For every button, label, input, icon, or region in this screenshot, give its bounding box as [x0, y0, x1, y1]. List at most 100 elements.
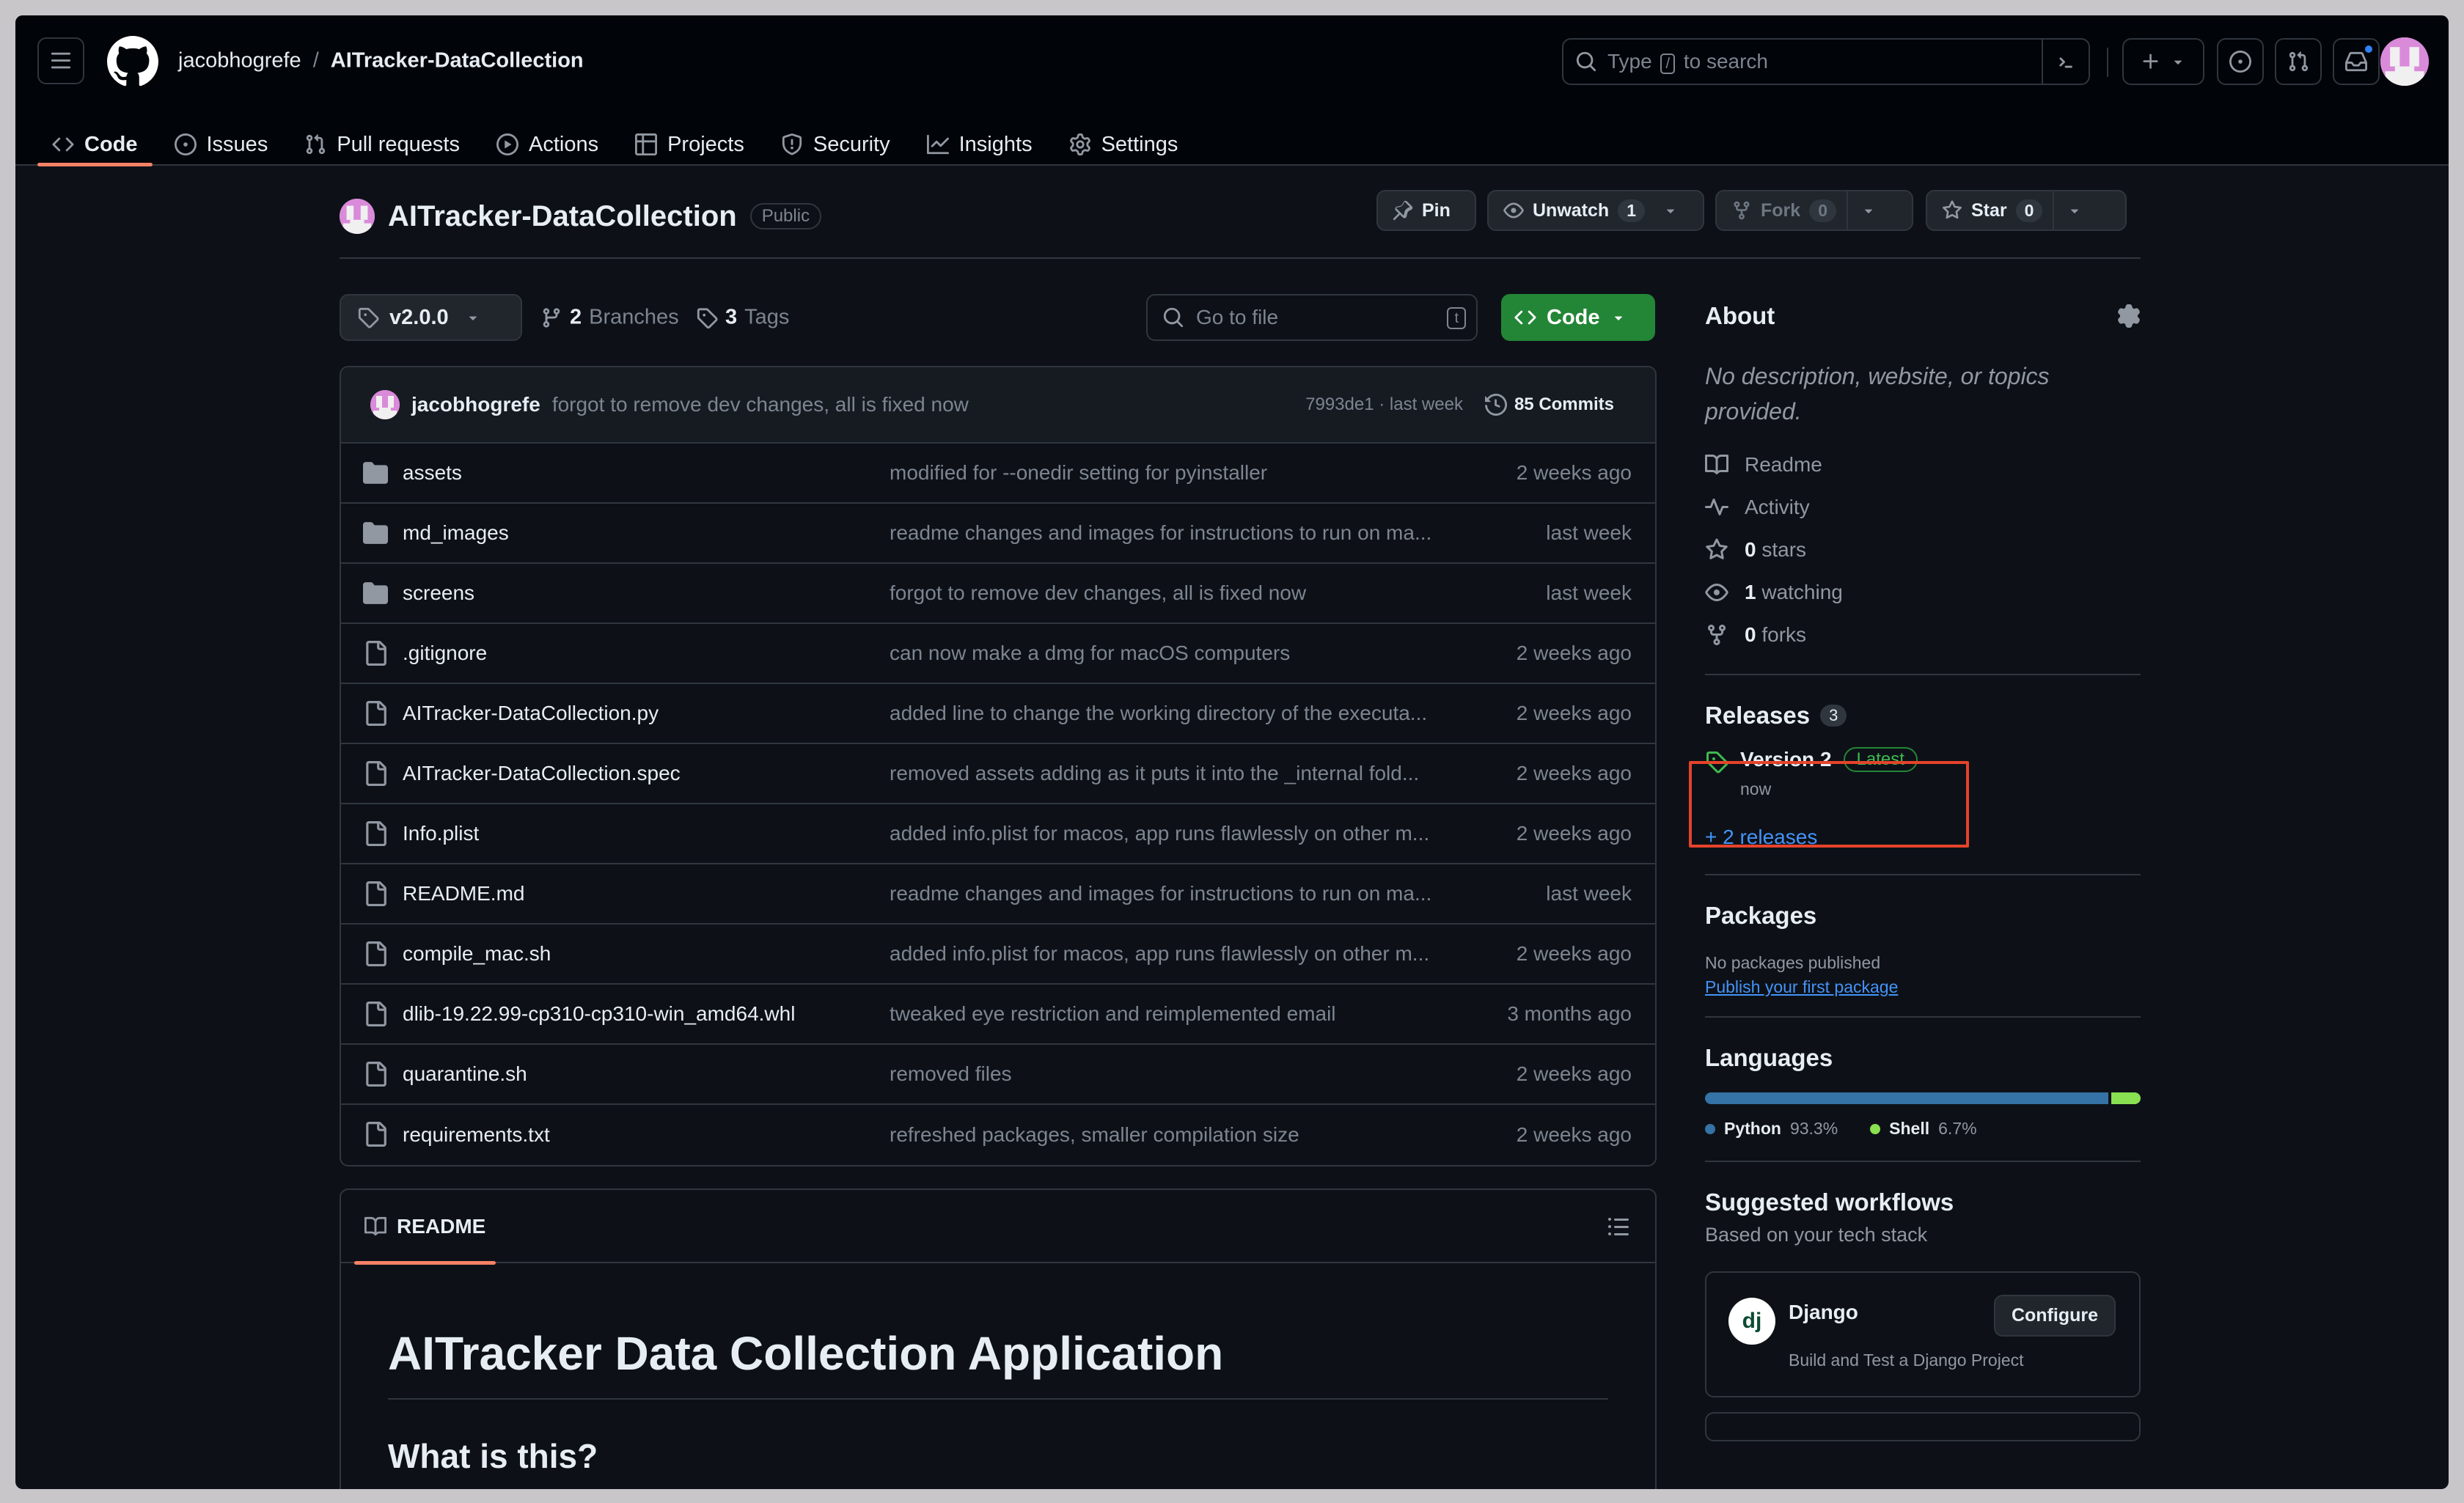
breadcrumb-owner-link[interactable]: jacobhogrefe — [178, 49, 301, 73]
watching-link[interactable]: 1 watching — [1705, 571, 2141, 614]
star-label: Star — [1971, 199, 2007, 221]
file-name-link[interactable]: README.md — [403, 882, 524, 905]
file-name-link[interactable]: screens — [403, 581, 474, 605]
file-commit-message[interactable]: forgot to remove dev changes, all is fix… — [890, 581, 1476, 605]
file-name-link[interactable]: AITracker-DataCollection.py — [403, 702, 659, 725]
issues-button[interactable] — [2217, 38, 2264, 85]
tab-settings[interactable]: Settings — [1055, 124, 1193, 165]
language-python[interactable]: Python 93.3% — [1705, 1119, 1838, 1139]
readme-tab[interactable]: README — [354, 1190, 496, 1265]
star-dropdown[interactable] — [2053, 191, 2095, 229]
tab-actions[interactable]: Actions — [482, 124, 613, 165]
file-commit-message[interactable]: added line to change the working directo… — [890, 702, 1476, 725]
readme-header: README — [341, 1190, 1655, 1265]
pin-button[interactable]: Pin — [1376, 190, 1476, 231]
file-name-link[interactable]: AITracker-DataCollection.spec — [403, 762, 681, 785]
table-row[interactable]: requirements.txt refreshed packages, smal… — [341, 1105, 1655, 1165]
publish-package-link[interactable]: Publish your first package — [1705, 977, 2141, 997]
user-avatar[interactable] — [2380, 37, 2429, 86]
file-icon — [366, 1122, 386, 1147]
branches-link[interactable]: 2 Branches — [540, 306, 679, 330]
breadcrumb-separator: / — [312, 48, 319, 73]
triangle-down-icon — [2071, 209, 2079, 213]
owner-avatar[interactable] — [340, 199, 375, 234]
pulse-icon — [1705, 499, 1728, 515]
unwatch-dropdown[interactable] — [1655, 191, 1686, 229]
file-name-link[interactable]: md_images — [403, 521, 509, 545]
fork-button[interactable]: Fork 0 — [1715, 190, 1913, 231]
commit-meta: 7993de1 · last week 85 Commits — [1305, 367, 1614, 442]
tab-issues[interactable]: Issues — [160, 124, 283, 165]
file-commit-message[interactable]: can now make a dmg for macOS computers — [890, 642, 1476, 665]
table-row[interactable]: screens forgot to remove dev changes, all… — [341, 564, 1655, 624]
file-commit-message[interactable]: modified for --onedir setting for pyinst… — [890, 461, 1476, 485]
table-row[interactable]: README.md readme changes and images for i… — [341, 864, 1655, 925]
commit-hash-time[interactable]: 7993de1 · last week — [1305, 394, 1463, 415]
menu-button[interactable] — [37, 37, 84, 84]
table-row[interactable]: compile_mac.sh added info.plist for macos… — [341, 925, 1655, 985]
file-name-link[interactable]: Info.plist — [403, 822, 479, 845]
file-commit-message[interactable]: added info.plist for macos, app runs fla… — [890, 942, 1476, 966]
stars-link[interactable]: 0 stars — [1705, 529, 2141, 571]
commit-message[interactable]: forgot to remove dev changes, all is fix… — [552, 393, 969, 416]
repo-name[interactable]: AITracker-DataCollection — [388, 200, 737, 233]
python-name: Python — [1724, 1119, 1781, 1138]
star-button[interactable]: Star 0 — [1926, 190, 2127, 231]
go-to-file-input[interactable]: Go to file t — [1146, 294, 1478, 341]
fork-dropdown[interactable] — [1846, 191, 1889, 229]
file-name-link[interactable]: .gitignore — [403, 642, 487, 665]
file-name-link[interactable]: requirements.txt — [403, 1123, 550, 1147]
branch-selector[interactable]: v2.0.0 — [340, 294, 522, 341]
table-row[interactable]: dlib-19.22.99-cp310-cp310-win_amd64.whl t… — [341, 985, 1655, 1045]
create-new-button[interactable] — [2122, 38, 2204, 85]
code-button[interactable]: Code — [1501, 294, 1655, 341]
file-commit-message[interactable]: readme changes and images for instructio… — [890, 882, 1476, 905]
file-commit-message[interactable]: removed files — [890, 1062, 1476, 1086]
tab-pull-requests[interactable]: Pull requests — [290, 124, 474, 165]
command-palette-button[interactable] — [2042, 40, 2089, 84]
table-row[interactable]: .gitignore can now make a dmg for macOS c… — [341, 624, 1655, 684]
table-row[interactable]: AITracker-DataCollection.py added line to… — [341, 684, 1655, 744]
breadcrumb-repo-link[interactable]: AITracker-DataCollection — [331, 49, 584, 73]
readme-link[interactable]: Readme — [1705, 444, 2141, 486]
forks-link[interactable]: 0 forks — [1705, 614, 2141, 656]
table-row[interactable]: md_images readme changes and images for i… — [341, 504, 1655, 564]
tab-projects[interactable]: Projects — [620, 124, 759, 165]
tab-settings-label: Settings — [1101, 132, 1178, 156]
releases-header[interactable]: Releases 3 — [1705, 702, 2141, 730]
commits-link[interactable]: 85 Commits — [1484, 394, 1614, 416]
file-name-link[interactable]: dlib-19.22.99-cp310-cp310-win_amd64.whl — [403, 1002, 795, 1026]
list-unordered-icon[interactable] — [1607, 1215, 1630, 1238]
workflow-name: Django — [1789, 1301, 1858, 1323]
file-commit-message[interactable]: removed assets adding as it puts it into… — [890, 762, 1476, 785]
file-name-link[interactable]: quarantine.sh — [403, 1062, 527, 1086]
gear-icon[interactable] — [2117, 304, 2141, 328]
file-name-link[interactable]: assets — [403, 461, 462, 485]
inbox-button[interactable] — [2333, 38, 2380, 85]
activity-link[interactable]: Activity — [1705, 486, 2141, 529]
pull-requests-button[interactable] — [2275, 38, 2322, 85]
github-logo-icon[interactable] — [107, 36, 158, 87]
file-commit-message[interactable]: added info.plist for macos, app runs fla… — [890, 822, 1476, 845]
code-button-label: Code — [1547, 305, 1600, 329]
file-commit-message[interactable]: refreshed packages, smaller compilation … — [890, 1123, 1476, 1147]
tags-link[interactable]: 3 Tags — [696, 306, 789, 330]
file-commit-message[interactable]: tweaked eye restriction and reimplemente… — [890, 1002, 1476, 1026]
tab-code[interactable]: Code — [37, 124, 153, 166]
table-row[interactable]: AITracker-DataCollection.spec removed ass… — [341, 744, 1655, 804]
search-input[interactable]: Type / to search — [1562, 38, 2090, 85]
packages-title[interactable]: Packages — [1705, 902, 2141, 930]
table-row[interactable]: Info.plist added info.plist for macos, ap… — [341, 804, 1655, 864]
notification-dot — [2364, 44, 2374, 54]
unwatch-button[interactable]: Unwatch 1 — [1487, 190, 1704, 231]
tab-security[interactable]: Security — [766, 124, 905, 165]
configure-button[interactable]: Configure — [1993, 1295, 2116, 1337]
table-row[interactable]: quarantine.sh removed files 2 weeks ago — [341, 1045, 1655, 1105]
language-shell[interactable]: Shell 6.7% — [1870, 1119, 1977, 1139]
file-commit-message[interactable]: readme changes and images for instructio… — [890, 521, 1476, 545]
commit-author[interactable]: jacobhogrefe — [411, 393, 540, 416]
commit-author-avatar[interactable] — [370, 390, 400, 419]
file-name-link[interactable]: compile_mac.sh — [403, 942, 551, 966]
table-row[interactable]: assets modified for --onedir setting for … — [341, 444, 1655, 504]
tab-insights[interactable]: Insights — [912, 124, 1047, 165]
